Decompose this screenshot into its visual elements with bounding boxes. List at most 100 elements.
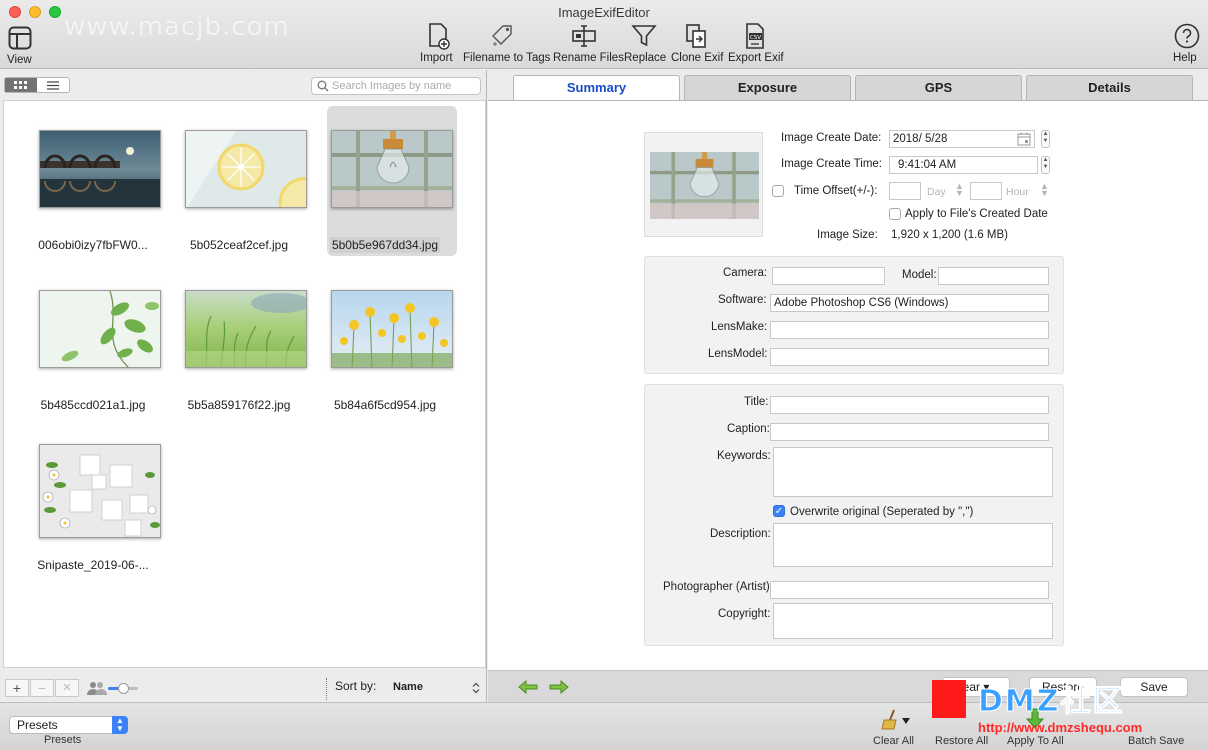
clone-exif-button[interactable]: Clone Exif	[671, 22, 723, 64]
title-field[interactable]	[770, 396, 1049, 414]
restore-all-label: Restore All	[935, 735, 989, 747]
hour-label: Hour	[1006, 186, 1029, 198]
day-stepper[interactable]: ▲ ▼	[955, 182, 964, 198]
image-thumb[interactable]: 5b5a859176f22.jpg	[174, 266, 307, 416]
create-time-field[interactable]: 9:41:04 AM	[889, 156, 1038, 174]
export-exif-button[interactable]: CSV Export Exif	[728, 22, 784, 64]
keywords-textarea[interactable]	[773, 447, 1053, 497]
software-label: Software:	[718, 294, 767, 306]
lensmodel-label: LensModel:	[708, 348, 768, 360]
tab-exposure[interactable]: Exposure	[684, 75, 851, 100]
search-images-input[interactable]: Search Images by name	[311, 77, 481, 95]
tab-gps[interactable]: GPS	[855, 75, 1022, 100]
image-thumb[interactable]: 5b052ceaf2cef.jpg	[174, 106, 307, 256]
model-label: Model:	[902, 269, 937, 281]
time-offset-label: Time Offset(+/-):	[794, 185, 878, 197]
slider-knob[interactable]	[118, 683, 129, 694]
image-browser-panel: Search Images by name 006obi0izy7fbFW0..…	[0, 70, 487, 702]
create-date-value: 2018/ 5/28	[893, 133, 948, 145]
clear-button[interactable]: ear ▾	[942, 677, 1010, 697]
replace-button[interactable]: Replace	[624, 22, 666, 64]
help-label: Help	[1173, 52, 1197, 64]
image-filename: 5b5a859176f22.jpg	[187, 398, 291, 412]
camera-field[interactable]	[772, 267, 885, 285]
save-button[interactable]: Save	[1120, 677, 1188, 697]
tab-summary[interactable]: Summary	[513, 75, 680, 100]
image-thumb[interactable]: 5b485ccd021a1.jpg	[28, 266, 161, 416]
view-button[interactable]: View	[7, 24, 33, 66]
bottom-toolbar: Presets ▲ ▼ Presets Clear All Restore All…	[0, 702, 1208, 750]
import-label: Import	[420, 52, 453, 64]
sort-by-select[interactable]: Name	[388, 678, 482, 698]
caption-field[interactable]	[770, 423, 1049, 441]
photographer-field[interactable]	[770, 581, 1049, 599]
overwrite-original-checkbox[interactable]: ✓	[773, 505, 785, 517]
grass-photo	[185, 290, 307, 368]
copyright-textarea[interactable]	[773, 603, 1053, 639]
lensmodel-field[interactable]	[770, 348, 1049, 366]
grid-view-button[interactable]	[5, 78, 37, 92]
rename-files-button[interactable]: Rename Files	[553, 22, 624, 64]
export-exif-label: Export Exif	[728, 52, 784, 64]
import-button[interactable]: Import	[420, 22, 456, 64]
image-thumb[interactable]: Snipaste_2019-06-...	[28, 426, 161, 576]
view-label: View	[7, 54, 32, 66]
search-placeholder: Search Images by name	[332, 80, 452, 92]
tag-icon	[492, 25, 512, 46]
thumbnail-size-slider[interactable]	[108, 683, 138, 694]
calendar-icon[interactable]	[1017, 132, 1031, 146]
camera-label: Camera:	[723, 267, 768, 279]
lensmake-field[interactable]	[770, 321, 1049, 339]
select-chevron-icon: ▲ ▼	[112, 716, 128, 734]
clear-all-label: Clear All	[873, 735, 914, 747]
clear-button-label: ear	[962, 680, 980, 694]
list-view-icon	[47, 80, 59, 90]
clear-images-button[interactable]: ✕	[55, 679, 79, 697]
clear-all-button[interactable]: Clear All	[870, 706, 922, 750]
presets-label: Presets	[44, 734, 82, 746]
next-image-arrow-icon[interactable]	[549, 680, 569, 694]
description-label: Description:	[710, 528, 771, 540]
time-offset-checkbox[interactable]	[772, 185, 784, 197]
date-stepper[interactable]: ▲ ▼	[1041, 130, 1050, 148]
filename-to-tags-button[interactable]: Filename to Tags	[463, 22, 550, 64]
copyright-label: Copyright:	[718, 608, 771, 620]
help-button[interactable]: Help	[1173, 22, 1201, 64]
apply-created-date-checkbox[interactable]	[889, 208, 901, 220]
editor-tabs: Summary Exposure GPS Details	[513, 75, 1197, 100]
tab-details[interactable]: Details	[1026, 75, 1193, 100]
image-filename: 006obi0izy7fbFW0...	[38, 238, 148, 252]
create-time-label: Image Create Time:	[781, 158, 882, 170]
import-file-icon	[429, 23, 450, 50]
remove-image-button[interactable]: −	[30, 679, 54, 697]
batch-save-button[interactable]: Batch Save	[1124, 706, 1190, 750]
image-thumb-selected[interactable]: 5b0b5e967dd34.jpg	[327, 106, 457, 256]
offset-day-field[interactable]	[889, 182, 921, 200]
view-mode-segmented-control[interactable]	[4, 77, 70, 93]
add-image-button[interactable]: +	[5, 679, 29, 697]
rename-icon	[572, 25, 596, 47]
image-thumb[interactable]: 5b84a6f5cd954.jpg	[320, 266, 453, 416]
lensmake-label: LensMake:	[711, 321, 768, 333]
hour-stepper[interactable]: ▲ ▼	[1040, 182, 1049, 198]
apply-to-all-button[interactable]: Apply To All	[1004, 706, 1074, 750]
time-stepper[interactable]: ▲ ▼	[1041, 156, 1050, 174]
yellow-flowers-photo	[331, 290, 453, 368]
image-filename: 5b052ceaf2cef.jpg	[189, 238, 289, 252]
grid-view-icon	[14, 81, 27, 89]
image-thumbnail-grid: 006obi0izy7fbFW0... 5b052ceaf2cef.jpg 5b…	[3, 100, 486, 668]
presets-select[interactable]: Presets ▲ ▼	[9, 716, 128, 734]
model-field[interactable]	[938, 267, 1049, 285]
create-date-field[interactable]: 2018/ 5/28	[889, 130, 1035, 148]
offset-hour-field[interactable]	[970, 182, 1002, 200]
description-textarea[interactable]	[773, 523, 1053, 567]
apply-created-date-label: Apply to File's Created Date	[905, 208, 1048, 220]
list-view-button[interactable]	[37, 78, 69, 92]
software-field[interactable]: Adobe Photoshop CS6 (Windows)	[770, 294, 1049, 312]
csv-file-icon: CSV	[746, 23, 764, 49]
restore-all-button[interactable]: Restore All	[932, 706, 994, 750]
filter-funnel-icon	[631, 25, 657, 47]
restore-button[interactable]: Restore	[1029, 677, 1097, 697]
previous-image-arrow-icon[interactable]	[518, 680, 538, 694]
image-thumb[interactable]: 006obi0izy7fbFW0...	[28, 106, 161, 256]
